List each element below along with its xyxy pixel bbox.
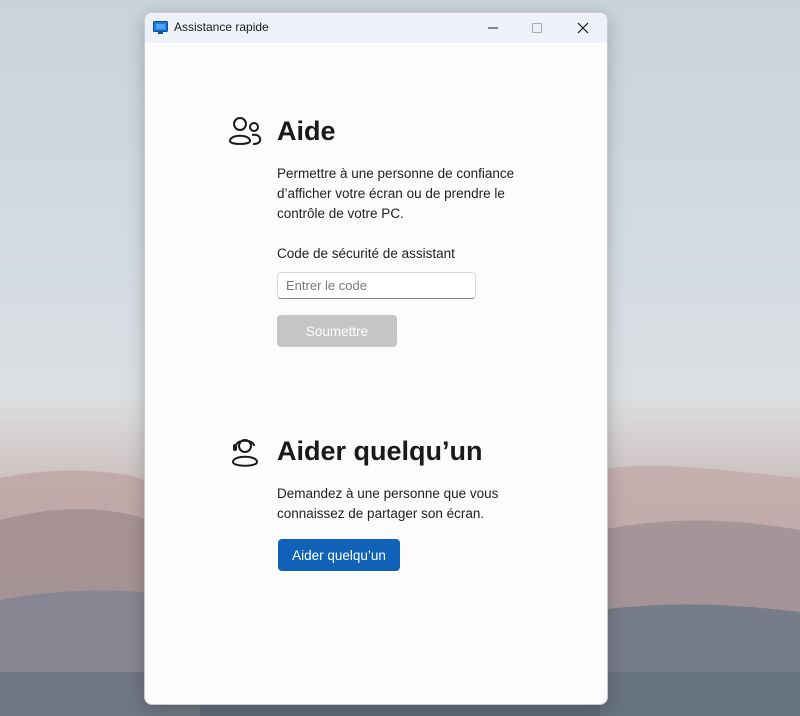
quick-assist-window: Assistance rapide Aide Permettre à une p… [144, 12, 608, 705]
quick-assist-app-icon [153, 21, 168, 34]
minimize-icon [488, 27, 498, 29]
maximize-button [514, 13, 560, 43]
person-headset-icon [231, 439, 259, 467]
submit-button: Soumettre [277, 315, 397, 347]
help-description: Permettre à une personne de confiance d’… [277, 166, 515, 221]
window-title: Assistance rapide [174, 20, 269, 34]
close-button[interactable] [560, 13, 606, 43]
maximize-icon [532, 23, 542, 33]
title-bar[interactable]: Assistance rapide [145, 13, 607, 43]
security-code-input[interactable] [277, 272, 476, 299]
give-help-section-title: Aider quelqu’un [277, 436, 483, 466]
give-help-description: Demandez à une personne que vous connais… [277, 486, 499, 521]
help-someone-button[interactable]: Aider quelqu’un [278, 539, 400, 571]
security-code-label: Code de sécurité de assistant [277, 246, 455, 261]
minimize-button[interactable] [470, 13, 516, 43]
people-icon [228, 117, 262, 145]
close-icon [577, 22, 589, 34]
help-section-title: Aide [277, 116, 336, 146]
